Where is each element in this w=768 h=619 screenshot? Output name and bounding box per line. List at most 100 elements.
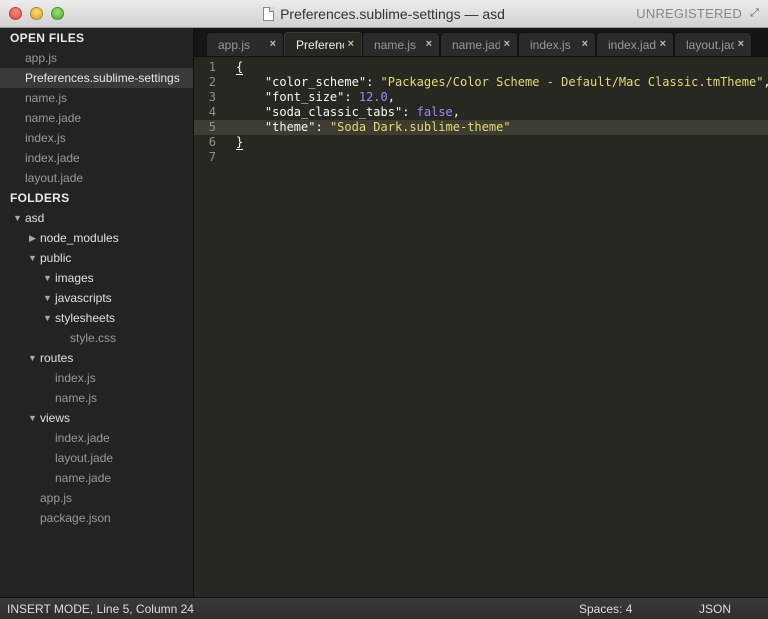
- open-files-header: OPEN FILES: [10, 31, 85, 45]
- disclosure-expanded-icon[interactable]: ▼: [25, 348, 40, 368]
- code-line[interactable]: 3 "font_size": 12.0,: [194, 90, 768, 105]
- line-number: 5: [208, 120, 216, 134]
- close-tab-icon[interactable]: ×: [426, 38, 432, 50]
- open-file-item[interactable]: Preferences.sublime-settings: [0, 68, 193, 88]
- tree-file[interactable]: name.js: [0, 388, 193, 408]
- tree-file[interactable]: index.jade: [0, 428, 193, 448]
- tree-item-label: asd: [25, 211, 45, 225]
- code-line[interactable]: 5 "theme": "Soda Dark.sublime-theme": [194, 120, 768, 135]
- tree-item-label: routes: [40, 351, 74, 365]
- tab-label: index.js: [530, 38, 571, 52]
- open-file-item[interactable]: name.jade: [0, 108, 193, 128]
- open-file-item[interactable]: app.js: [0, 48, 193, 68]
- tab-label: Preferences.sublime-settings: [296, 38, 344, 52]
- tree-file[interactable]: layout.jade: [0, 448, 193, 468]
- disclosure-expanded-icon[interactable]: ▼: [25, 248, 40, 268]
- tree-item-label: layout.jade: [55, 451, 114, 465]
- editor-tab[interactable]: name.js ×: [362, 32, 440, 56]
- tree-item-label: stylesheets: [55, 311, 116, 325]
- open-file-item[interactable]: index.js: [0, 128, 193, 148]
- tree-file[interactable]: style.css: [0, 328, 193, 348]
- tree-file[interactable]: name.jade: [0, 468, 193, 488]
- code-text[interactable]: "soda_classic_tabs": false,: [236, 105, 460, 120]
- tree-item-label: name.jade: [55, 471, 112, 485]
- editor-tab[interactable]: index.jade ×: [596, 32, 674, 56]
- tree-file[interactable]: package.json: [0, 508, 193, 528]
- code-text[interactable]: "font_size": 12.0,: [236, 90, 395, 105]
- editor-tab[interactable]: app.js ×: [206, 32, 284, 56]
- line-number: 7: [208, 150, 216, 164]
- code-line[interactable]: 1{: [194, 60, 768, 75]
- disclosure-expanded-icon[interactable]: ▼: [40, 308, 55, 328]
- zoom-window-button[interactable]: [51, 7, 64, 20]
- license-status: UNREGISTERED: [636, 6, 742, 21]
- tree-folder[interactable]: ▼ routes: [0, 348, 193, 368]
- minimize-window-button[interactable]: [30, 7, 43, 20]
- open-file-item[interactable]: index.jade: [0, 148, 193, 168]
- open-files-list: app.js Preferences.sublime-settings name.j…: [0, 48, 193, 188]
- code-line[interactable]: 6}: [194, 135, 768, 150]
- code-editor[interactable]: 1{2 "color_scheme": "Packages/Color Sche…: [194, 57, 768, 597]
- code-text[interactable]: }: [236, 135, 244, 150]
- code-line[interactable]: 4 "soda_classic_tabs": false,: [194, 105, 768, 120]
- code-text[interactable]: {: [236, 60, 244, 75]
- tree-folder[interactable]: ▼ views: [0, 408, 193, 428]
- code-line[interactable]: 2 "color_scheme": "Packages/Color Scheme…: [194, 75, 768, 90]
- close-tab-icon[interactable]: ×: [270, 38, 276, 50]
- editor-tab[interactable]: index.js ×: [518, 32, 596, 56]
- tree-item-label: index.js: [55, 371, 96, 385]
- tree-item-label: node_modules: [40, 231, 119, 245]
- editor-tab[interactable]: layout.jade ×: [674, 32, 752, 56]
- tree-folder[interactable]: ▼ public: [0, 248, 193, 268]
- code-text[interactable]: "color_scheme": "Packages/Color Scheme -…: [236, 75, 768, 90]
- tree-folder[interactable]: ▶ node_modules: [0, 228, 193, 248]
- tab-label: layout.jade: [686, 38, 734, 52]
- document-icon: [263, 7, 275, 21]
- tree-folder[interactable]: ▼ asd: [0, 208, 193, 228]
- tree-item-label: style.css: [70, 331, 117, 345]
- folders-header: FOLDERS: [10, 191, 70, 205]
- tree-item-label: index.jade: [55, 431, 110, 445]
- disclosure-expanded-icon[interactable]: ▼: [10, 208, 25, 228]
- tree-item-label: views: [40, 411, 71, 425]
- tree-file[interactable]: app.js: [0, 488, 193, 508]
- open-file-item[interactable]: name.js: [0, 88, 193, 108]
- syntax-selector[interactable]: JSON: [699, 598, 731, 619]
- indentation-selector[interactable]: Spaces: 4: [579, 598, 632, 619]
- disclosure-expanded-icon[interactable]: ▼: [40, 288, 55, 308]
- tab-label: name.js: [374, 38, 417, 52]
- disclosure-expanded-icon[interactable]: ▼: [40, 268, 55, 288]
- close-tab-icon[interactable]: ×: [738, 38, 744, 50]
- tree-folder[interactable]: ▼ javascripts: [0, 288, 193, 308]
- editor-tab[interactable]: Preferences.sublime-settings ×: [284, 32, 362, 56]
- line-number: 3: [208, 90, 216, 104]
- fullscreen-icon[interactable]: ⤢: [748, 7, 761, 20]
- open-file-item[interactable]: layout.jade: [0, 168, 193, 188]
- editor-tab[interactable]: name.jade ×: [440, 32, 518, 56]
- tab-label: name.jade: [452, 38, 500, 52]
- close-tab-icon[interactable]: ×: [348, 38, 354, 50]
- tree-item-label: app.js: [40, 491, 73, 505]
- code-line[interactable]: 7: [194, 150, 768, 165]
- title-bar: Preferences.sublime-settings — asd UNREG…: [0, 0, 768, 28]
- close-window-button[interactable]: [9, 7, 22, 20]
- tab-label: index.jade: [608, 38, 656, 52]
- disclosure-expanded-icon[interactable]: ▼: [25, 408, 40, 428]
- close-tab-icon[interactable]: ×: [582, 38, 588, 50]
- status-mode: INSERT MODE, Line 5, Column 24: [7, 602, 194, 616]
- sidebar: OPEN FILES app.js Preferences.sublime-set…: [0, 28, 194, 597]
- disclosure-collapsed-icon[interactable]: ▶: [25, 228, 40, 248]
- tree-item-label: images: [55, 271, 94, 285]
- tree-item-label: package.json: [40, 511, 111, 525]
- tree-folder[interactable]: ▼ images: [0, 268, 193, 288]
- tab-bar: app.js×Preferences.sublime-settings×name…: [194, 28, 768, 57]
- line-number: 4: [208, 105, 216, 119]
- line-number: 2: [208, 75, 216, 89]
- code-text[interactable]: "theme": "Soda Dark.sublime-theme": [236, 120, 511, 135]
- tree-item-label: name.js: [55, 391, 98, 405]
- tree-item-label: javascripts: [55, 291, 112, 305]
- close-tab-icon[interactable]: ×: [504, 38, 510, 50]
- tree-file[interactable]: index.js: [0, 368, 193, 388]
- close-tab-icon[interactable]: ×: [660, 38, 666, 50]
- tree-folder[interactable]: ▼ stylesheets: [0, 308, 193, 328]
